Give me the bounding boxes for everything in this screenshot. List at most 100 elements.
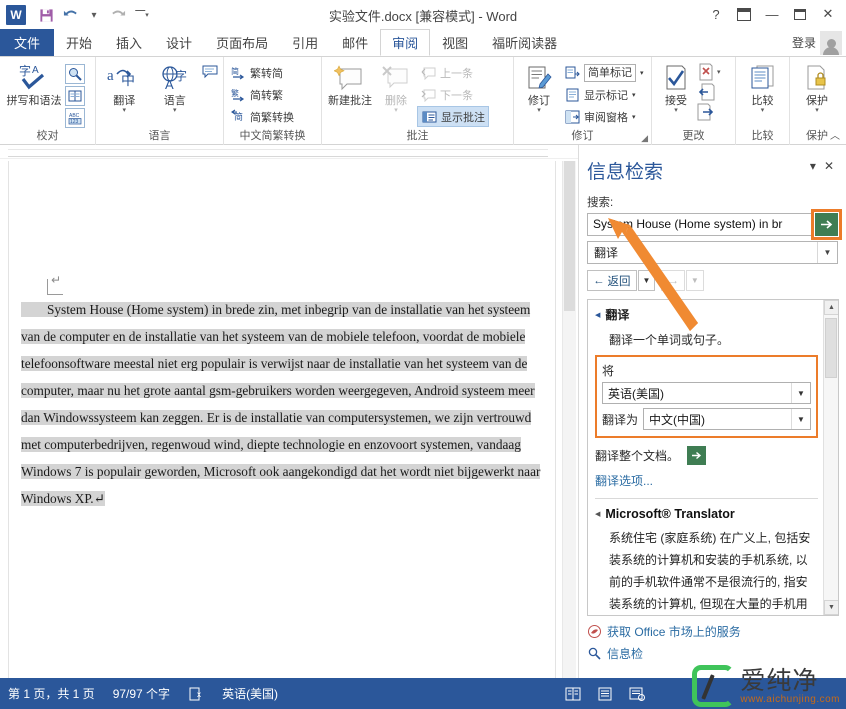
office-store-link[interactable]: 获取 Office 市场上的服务 — [587, 623, 838, 640]
save-icon[interactable] — [34, 3, 58, 27]
search-input[interactable]: System House (Home system) in br — [587, 213, 812, 236]
page-info[interactable]: 第 1 页，共 1 页 — [8, 685, 95, 702]
chevron-down-icon[interactable]: ▾ — [717, 68, 721, 76]
translation-options-link[interactable]: 翻译选项... — [595, 472, 818, 489]
simplified-to-traditional-button[interactable]: 繁 简转繁 — [227, 84, 297, 105]
chevron-down-icon[interactable]: ▾ — [674, 107, 678, 115]
minimize-button[interactable]: — — [758, 2, 786, 26]
translator-section-header[interactable]: ◀ Microsoft® Translator — [595, 507, 818, 521]
word-count[interactable]: 97/97 个字 — [113, 685, 170, 702]
tab-foxit-reader[interactable]: 福昕阅读器 — [480, 29, 569, 56]
tab-mailings[interactable]: 邮件 — [330, 29, 380, 56]
word-count-icon[interactable]: ABC123 — [65, 108, 85, 128]
previous-change-icon[interactable] — [697, 83, 715, 101]
scroll-up-icon[interactable]: ▲ — [824, 300, 839, 315]
research-options-label: 信息检 — [607, 645, 643, 662]
show-markup-dropdown[interactable]: 显示标记 ▾ — [561, 84, 647, 105]
forward-dropdown[interactable]: ▼ — [686, 270, 704, 291]
chevron-down-icon[interactable]: ▾ — [761, 107, 765, 115]
chevron-down-icon[interactable]: ▾ — [122, 107, 126, 115]
next-comment-button[interactable]: 下一条 — [417, 84, 489, 105]
back-dropdown[interactable]: ▼ — [638, 270, 656, 291]
ribbon-display-options-button[interactable] — [730, 2, 758, 26]
spelling-grammar-button[interactable]: 字 A 拼写和语法 — [3, 60, 65, 107]
back-button[interactable]: ← 返回 — [587, 270, 637, 291]
thesaurus-icon[interactable] — [65, 64, 85, 84]
scrollbar-thumb[interactable] — [564, 161, 575, 311]
research-options-link[interactable]: 信息检 — [587, 645, 838, 662]
chevron-down-icon[interactable]: ▼ — [791, 383, 810, 403]
spelling-status-icon[interactable]: x — [188, 687, 204, 701]
display-for-review-dropdown[interactable]: 简单标记 ▾ — [561, 62, 647, 83]
track-changes-button[interactable]: 修订 ▾ — [517, 60, 561, 115]
chevron-down-icon[interactable]: ▾ — [537, 107, 541, 115]
traditional-to-simplified-button[interactable]: 简 繁转简 — [227, 62, 297, 83]
chevron-down-icon[interactable]: ▾ — [640, 69, 644, 77]
translate-whole-document-button[interactable] — [687, 446, 706, 465]
tracking-dialog-launcher[interactable]: ◢ — [641, 133, 648, 144]
previous-comment-button[interactable]: 上一条 — [417, 62, 489, 83]
next-change-icon[interactable] — [697, 103, 715, 121]
chevron-down-icon[interactable]: ▾ — [815, 107, 819, 115]
web-layout-view-icon[interactable] — [628, 686, 646, 702]
undo-icon[interactable] — [58, 3, 82, 27]
translate-icon: a 中 — [106, 62, 142, 94]
results-scrollbar-thumb[interactable] — [825, 318, 837, 378]
accept-button[interactable]: 接受 ▾ — [655, 60, 697, 115]
forward-button[interactable]: → — [661, 270, 685, 291]
service-select[interactable]: 翻译 ▼ — [587, 241, 838, 264]
triangle-collapse-icon[interactable]: ◀ — [595, 510, 600, 518]
undo-dropdown-icon[interactable]: ▾ — [82, 3, 106, 27]
avatar[interactable] — [820, 31, 842, 55]
comment-small-icon[interactable] — [200, 62, 220, 82]
help-button[interactable]: ? — [702, 2, 730, 26]
reviewing-pane-dropdown[interactable]: 审阅窗格 ▾ — [561, 106, 647, 127]
close-pane-icon[interactable]: ✕ — [820, 157, 838, 175]
tab-references[interactable]: 引用 — [280, 29, 330, 56]
chevron-down-icon[interactable]: ▾ — [394, 107, 398, 115]
chevron-down-icon[interactable]: ▾ — [632, 113, 636, 121]
tab-page-layout[interactable]: 页面布局 — [204, 29, 280, 56]
document-page[interactable]: ↵ System House (Home system) in brede zi… — [8, 161, 556, 678]
from-language-select[interactable]: 英语(美国) ▼ — [602, 382, 811, 404]
tab-file[interactable]: 文件 — [0, 29, 54, 56]
horizontal-ruler[interactable] — [0, 145, 578, 159]
triangle-collapse-icon[interactable]: ◀ — [595, 311, 600, 319]
scroll-down-icon[interactable]: ▼ — [824, 600, 839, 615]
tab-home[interactable]: 开始 — [54, 29, 104, 56]
tab-design[interactable]: 设计 — [154, 29, 204, 56]
compare-button[interactable]: 比较 ▾ — [739, 60, 786, 115]
close-button[interactable]: ✕ — [814, 2, 842, 26]
simplified-traditional-convert-button[interactable]: 简 简繁转换 — [227, 106, 297, 127]
read-mode-view-icon[interactable] — [564, 686, 582, 702]
protect-button[interactable]: 保护 ▾ — [793, 60, 841, 115]
search-go-button[interactable] — [815, 213, 838, 236]
restore-button[interactable] — [786, 2, 814, 26]
document-scrollbar[interactable] — [562, 161, 576, 678]
chevron-down-icon[interactable]: ▼ — [791, 409, 810, 429]
pane-options-icon[interactable]: ▾ — [806, 157, 820, 175]
redo-icon[interactable] — [106, 3, 130, 27]
tab-review[interactable]: 审阅 — [380, 29, 430, 56]
translation-section-header[interactable]: ◀ 翻译 — [595, 306, 818, 323]
translate-button[interactable]: a 中 翻译 ▾ — [99, 60, 150, 115]
language-status[interactable]: 英语(美国) — [222, 685, 278, 702]
document-text[interactable]: System House (Home system) in brede zin,… — [21, 296, 569, 512]
to-language-select[interactable]: 中文(中国) ▼ — [643, 408, 811, 430]
chevron-down-icon[interactable]: ▼ — [817, 242, 837, 263]
show-comments-button[interactable]: 显示批注 — [417, 106, 489, 127]
collapse-ribbon-icon[interactable]: ︿ — [830, 127, 840, 142]
results-scrollbar[interactable]: ▲ ▼ — [823, 300, 838, 615]
chevron-down-icon[interactable]: ▾ — [173, 107, 177, 115]
tab-insert[interactable]: 插入 — [104, 29, 154, 56]
reject-icon[interactable] — [697, 63, 715, 81]
print-layout-view-icon[interactable] — [596, 686, 614, 702]
signin-link[interactable]: 登录 — [792, 34, 816, 51]
research-book-icon[interactable] — [65, 86, 85, 106]
customize-qat-icon[interactable]: ⎺▾ — [130, 3, 154, 27]
tab-view[interactable]: 视图 — [430, 29, 480, 56]
language-button[interactable]: A 字 语言 ▾ — [150, 60, 201, 115]
new-comment-button[interactable]: 新建批注 — [325, 60, 375, 107]
chevron-down-icon[interactable]: ▾ — [632, 91, 636, 99]
delete-comment-button[interactable]: 删除 ▾ — [375, 60, 417, 115]
